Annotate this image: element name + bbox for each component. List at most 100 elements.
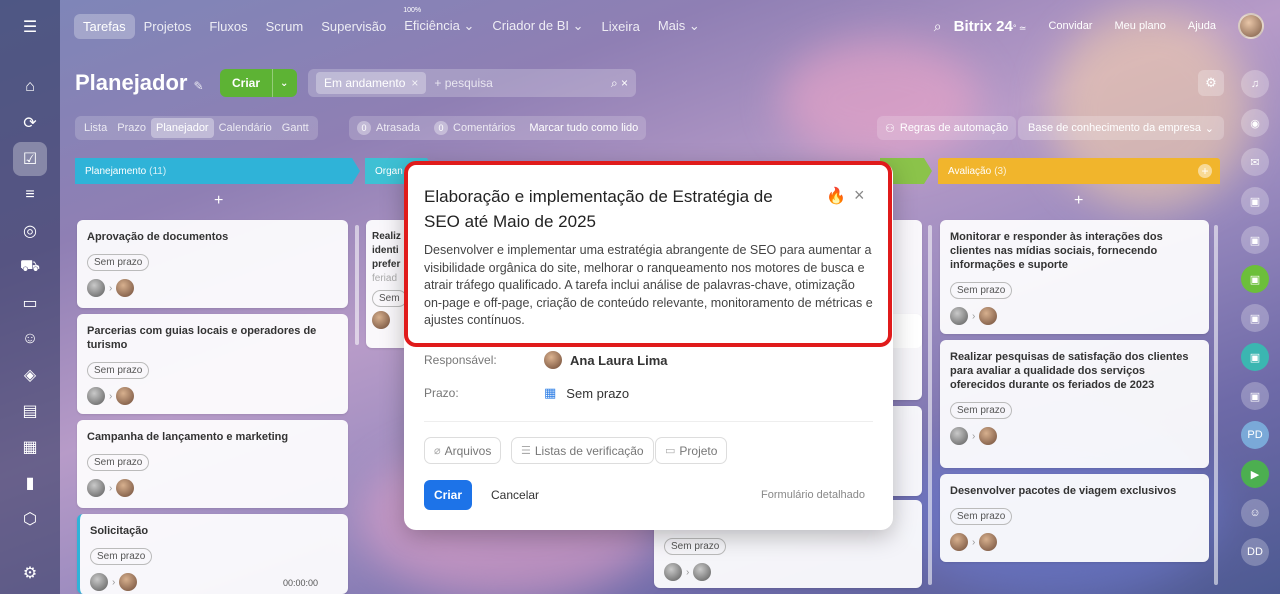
deadline-badge[interactable]: Sem xyxy=(372,290,407,307)
user-initials-pd[interactable]: PD xyxy=(1241,421,1269,449)
search-icon[interactable]: ⌕ xyxy=(934,18,942,35)
task-card[interactable]: Campanha de lançamento e marketing Sem p… xyxy=(77,420,348,508)
avatar[interactable] xyxy=(87,387,105,405)
knowledge-base-button[interactable]: Base de conhecimento da empresa ⌄ xyxy=(1018,116,1224,140)
tasks-icon[interactable]: ☑ xyxy=(13,142,47,176)
deadline-badge[interactable]: Sem prazo xyxy=(90,548,153,565)
target-icon[interactable]: ◎ xyxy=(13,214,47,248)
analytics-icon[interactable]: ▮ xyxy=(13,466,47,500)
project-button[interactable]: ▭ Projeto xyxy=(655,437,728,464)
deadline-badge[interactable]: Sem prazo xyxy=(950,282,1013,299)
lock-icon[interactable]: ▣ xyxy=(1241,226,1269,254)
avatar[interactable] xyxy=(119,573,138,591)
close-icon[interactable]: × xyxy=(411,76,418,90)
task-card[interactable]: Monitorar e responder às interações dos … xyxy=(940,220,1209,334)
column-scrollbar[interactable] xyxy=(355,225,359,345)
pencil-icon[interactable]: ✎ xyxy=(193,79,203,93)
settings-icon[interactable]: ⚙ xyxy=(13,556,47,590)
nav-mais[interactable]: Mais ⌄ xyxy=(649,13,709,39)
avatar[interactable] xyxy=(116,279,135,297)
deadline-badge[interactable]: Sem prazo xyxy=(950,402,1013,419)
robot-icon[interactable]: ☺ xyxy=(13,322,47,356)
home-icon[interactable]: ⌂ xyxy=(13,70,47,104)
user-avatar[interactable] xyxy=(1238,13,1264,39)
deadline-selector[interactable]: ▦ Sem prazo xyxy=(544,385,629,401)
avatar[interactable] xyxy=(116,387,135,405)
avatar[interactable] xyxy=(116,479,135,497)
create-button[interactable]: Criar xyxy=(424,480,472,510)
add-task-icon[interactable]: + xyxy=(1074,192,1083,210)
deadline-badge[interactable]: Sem prazo xyxy=(664,538,727,555)
avatar[interactable] xyxy=(90,573,108,591)
overdue-counter[interactable]: 0 Atrasada xyxy=(357,121,420,135)
task-card[interactable]: Solicitação Sem prazo › 00:00:00 xyxy=(77,514,348,594)
calendar-icon[interactable]: ▦ xyxy=(13,430,47,464)
search-icon[interactable]: ⌕ × xyxy=(611,76,628,91)
deadline-badge[interactable]: Sem prazo xyxy=(87,254,150,271)
help-link[interactable]: Ajuda xyxy=(1188,20,1216,32)
search-input[interactable]: + pesquisa xyxy=(434,76,611,90)
deadline-badge[interactable]: Sem prazo xyxy=(87,362,150,379)
avatar[interactable] xyxy=(979,533,998,551)
lock-icon[interactable]: ▣ xyxy=(1241,187,1269,215)
avatar[interactable]: ☺ xyxy=(1241,499,1269,527)
tab-prazo[interactable]: Prazo xyxy=(112,118,151,138)
lock-icon[interactable]: ▣ xyxy=(1241,382,1269,410)
chevron-down-icon[interactable]: ⌄ xyxy=(273,78,288,89)
task-card[interactable]: Parcerias com guias locais e operadores … xyxy=(77,314,348,414)
search-filter-box[interactable]: Em andamento × + pesquisa ⌕ × xyxy=(308,69,636,97)
inbox-icon[interactable]: ▤ xyxy=(13,394,47,428)
hexagon-icon[interactable]: ⬡ xyxy=(13,502,47,536)
avatar[interactable] xyxy=(87,479,105,497)
chat-icon[interactable]: ◉ xyxy=(1241,109,1269,137)
cancel-button[interactable]: Cancelar xyxy=(491,488,539,502)
invite-link[interactable]: Convidar xyxy=(1048,20,1092,32)
avatar[interactable] xyxy=(664,563,682,581)
comments-counter[interactable]: 0 Comentários xyxy=(434,121,515,135)
create-task-button[interactable]: Criar ⌄ xyxy=(220,69,297,97)
chat-icon[interactable]: ▭ xyxy=(13,286,47,320)
mark-all-read-link[interactable]: Marcar tudo como lido xyxy=(529,122,638,134)
tab-calendario[interactable]: Calendário xyxy=(214,118,277,138)
task-card[interactable]: Aprovação de documentos Sem prazo › xyxy=(77,220,348,308)
column-scrollbar[interactable] xyxy=(928,225,932,585)
nav-fluxos[interactable]: Fluxos xyxy=(200,14,256,39)
column-header-review[interactable]: Avaliação (3) + xyxy=(938,158,1220,184)
add-task-icon[interactable]: + xyxy=(214,192,223,210)
gear-icon[interactable]: ⚙ xyxy=(1198,70,1224,96)
filter-icon[interactable]: ≡ xyxy=(13,178,47,212)
bell-icon[interactable]: ♫ xyxy=(1241,70,1269,98)
lock-icon[interactable]: ▣ xyxy=(1241,265,1269,293)
nav-supervisao[interactable]: Supervisão xyxy=(312,14,395,39)
avatar[interactable] xyxy=(87,279,105,297)
avatar[interactable] xyxy=(979,307,998,325)
detailed-form-link[interactable]: Formulário detalhado xyxy=(761,489,865,501)
add-icon[interactable]: + xyxy=(1198,164,1212,178)
avatar[interactable] xyxy=(950,307,968,325)
responsible-selector[interactable]: Ana Laura Lima xyxy=(544,351,668,369)
avatar[interactable] xyxy=(950,427,968,445)
nav-eficiencia[interactable]: 100% Eficiência ⌄ xyxy=(395,7,483,39)
checklists-button[interactable]: ☰ Listas de verificação xyxy=(511,437,654,464)
plan-link[interactable]: Meu plano xyxy=(1114,20,1165,32)
menu-icon[interactable]: ☰ xyxy=(13,10,47,44)
deadline-badge[interactable]: Sem prazo xyxy=(950,508,1013,525)
deadline-badge[interactable]: Sem prazo xyxy=(87,454,150,471)
task-card[interactable]: Desenvolver pacotes de viagem exclusivos… xyxy=(940,474,1209,562)
nav-scrum[interactable]: Scrum xyxy=(257,14,313,39)
nav-criador-bi[interactable]: Criador de BI ⌄ xyxy=(483,13,592,39)
crm-icon[interactable]: ⟳ xyxy=(13,106,47,140)
box-icon[interactable]: ◈ xyxy=(13,358,47,392)
avatar[interactable] xyxy=(979,427,998,445)
cart-icon[interactable]: ⛟ xyxy=(13,250,47,284)
tab-planejador[interactable]: Planejador xyxy=(151,118,214,138)
tab-gantt[interactable]: Gantt xyxy=(277,118,314,138)
nav-lixeira[interactable]: Lixeira xyxy=(593,14,649,39)
files-button[interactable]: ⌀ Arquivos xyxy=(424,437,502,464)
avatar[interactable] xyxy=(950,533,968,551)
task-card[interactable]: Realizar pesquisas de satisfação dos cli… xyxy=(940,340,1209,468)
filter-chip[interactable]: Em andamento × xyxy=(316,72,427,94)
avatar[interactable] xyxy=(372,311,390,329)
automation-rules-button[interactable]: ⚇ Regras de automação xyxy=(877,116,1017,140)
nav-projetos[interactable]: Projetos xyxy=(135,14,201,39)
